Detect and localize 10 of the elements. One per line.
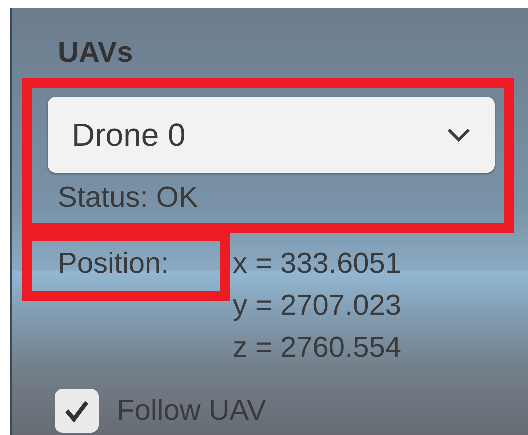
coordinate-value: z = 2760.554 (233, 331, 402, 366)
status-text: Status: OK (58, 181, 200, 216)
checkbox-label: Follow UAV (117, 394, 266, 428)
drone-dropdown[interactable]: Drone 0 (48, 97, 495, 173)
chevron-down-icon (447, 128, 471, 142)
checkbox[interactable] (55, 389, 99, 433)
coordinate-value: x = 333.6051 (233, 247, 402, 282)
coordinate-value: y = 2707.023 (233, 289, 402, 324)
position-label: Position: (58, 248, 170, 280)
panel-title: UAVs (58, 36, 134, 70)
